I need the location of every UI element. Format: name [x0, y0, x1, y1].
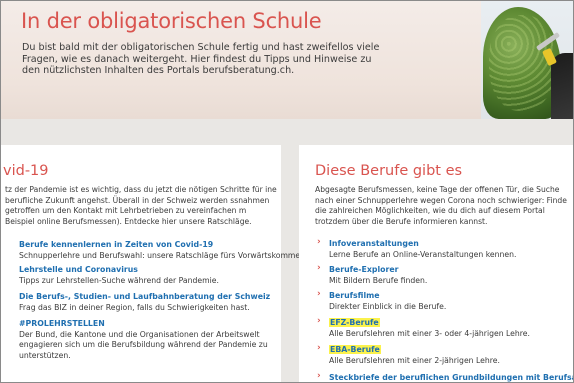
link-desc: Lerne Berufe an Online-Veranstaltungen k…	[329, 250, 517, 259]
link-desc: Alle Berufslehren mit einer 3- oder 4-jä…	[329, 329, 530, 338]
link-berufsberatung-schweiz[interactable]: Die Berufs-, Studien- und Laufbahnberatu…	[19, 292, 270, 301]
link-desc: Frag das BIZ in deiner Region, falls du …	[19, 303, 250, 312]
link-eba-berufe[interactable]: EBA-Berufe	[329, 345, 381, 354]
berufe-card: Diese Berufe gibt es Abgesagte Berufsmes…	[299, 145, 573, 382]
link-berufe-kennenlernen[interactable]: Berufe kennenlernen in Zeiten von Covid-…	[19, 240, 213, 249]
chevron-right-icon: ›	[317, 237, 321, 247]
highlight-marker: EBA-Berufe	[329, 345, 381, 354]
link-prolehrstellen[interactable]: #PROLEHRSTELLEN	[19, 319, 105, 328]
link-desc: Schnupperlehre und Berufswahl: unsere Ra…	[19, 251, 309, 260]
link-berufe-explorer[interactable]: Berufe-Explorer	[329, 265, 399, 274]
covid-card-intro: tz der Pandemie ist es wichtig, dass du …	[5, 185, 277, 226]
covid-card-title: vid-19	[3, 163, 49, 179]
link-lehrstelle-coronavirus[interactable]: Lehrstelle und Coronavirus	[19, 265, 138, 274]
link-desc: Mit Bildern Berufe finden.	[329, 276, 428, 285]
berufe-card-title: Diese Berufe gibt es	[315, 163, 463, 179]
browser-viewport: In der obligatorischen Schule Du bist ba…	[0, 0, 574, 383]
link-desc: Direkter Einblick in die Berufe.	[329, 302, 447, 311]
highlight-marker: EFZ-Berufe	[329, 318, 380, 327]
hero-title: In der obligatorischen Schule	[21, 9, 322, 33]
chevron-right-icon: ›	[317, 316, 321, 326]
link-desc: Der Bund, die Kantone und die Organisati…	[19, 330, 268, 360]
chevron-right-icon: ›	[317, 289, 321, 299]
link-desc: Tipps zur Lehrstellen-Suche während der …	[19, 276, 219, 285]
hero-description: Du bist bald mit der obligatorischen Sch…	[22, 42, 380, 77]
hedge-trimmer-photo	[481, 1, 573, 119]
link-infoveranstaltungen[interactable]: Infoveranstaltungen	[329, 239, 419, 248]
link-steckbriefe[interactable]: Steckbriefe der beruflichen Grundbildung…	[329, 373, 573, 382]
hero-banner: In der obligatorischen Schule Du bist ba…	[1, 1, 573, 119]
berufe-card-intro: Abgesagte Berufsmessen, keine Tage der o…	[315, 185, 567, 226]
chevron-right-icon: ›	[317, 343, 321, 353]
chevron-right-icon: ›	[317, 263, 321, 273]
covid-card: vid-19 tz der Pandemie ist es wichtig, d…	[1, 145, 308, 382]
link-berufsfilme[interactable]: Berufsfilme	[329, 291, 380, 300]
link-efz-berufe[interactable]: EFZ-Berufe	[329, 318, 380, 327]
link-desc: Alle Berufslehren mit einer 2-jährigen L…	[329, 356, 500, 365]
chevron-right-icon: ›	[317, 371, 321, 381]
